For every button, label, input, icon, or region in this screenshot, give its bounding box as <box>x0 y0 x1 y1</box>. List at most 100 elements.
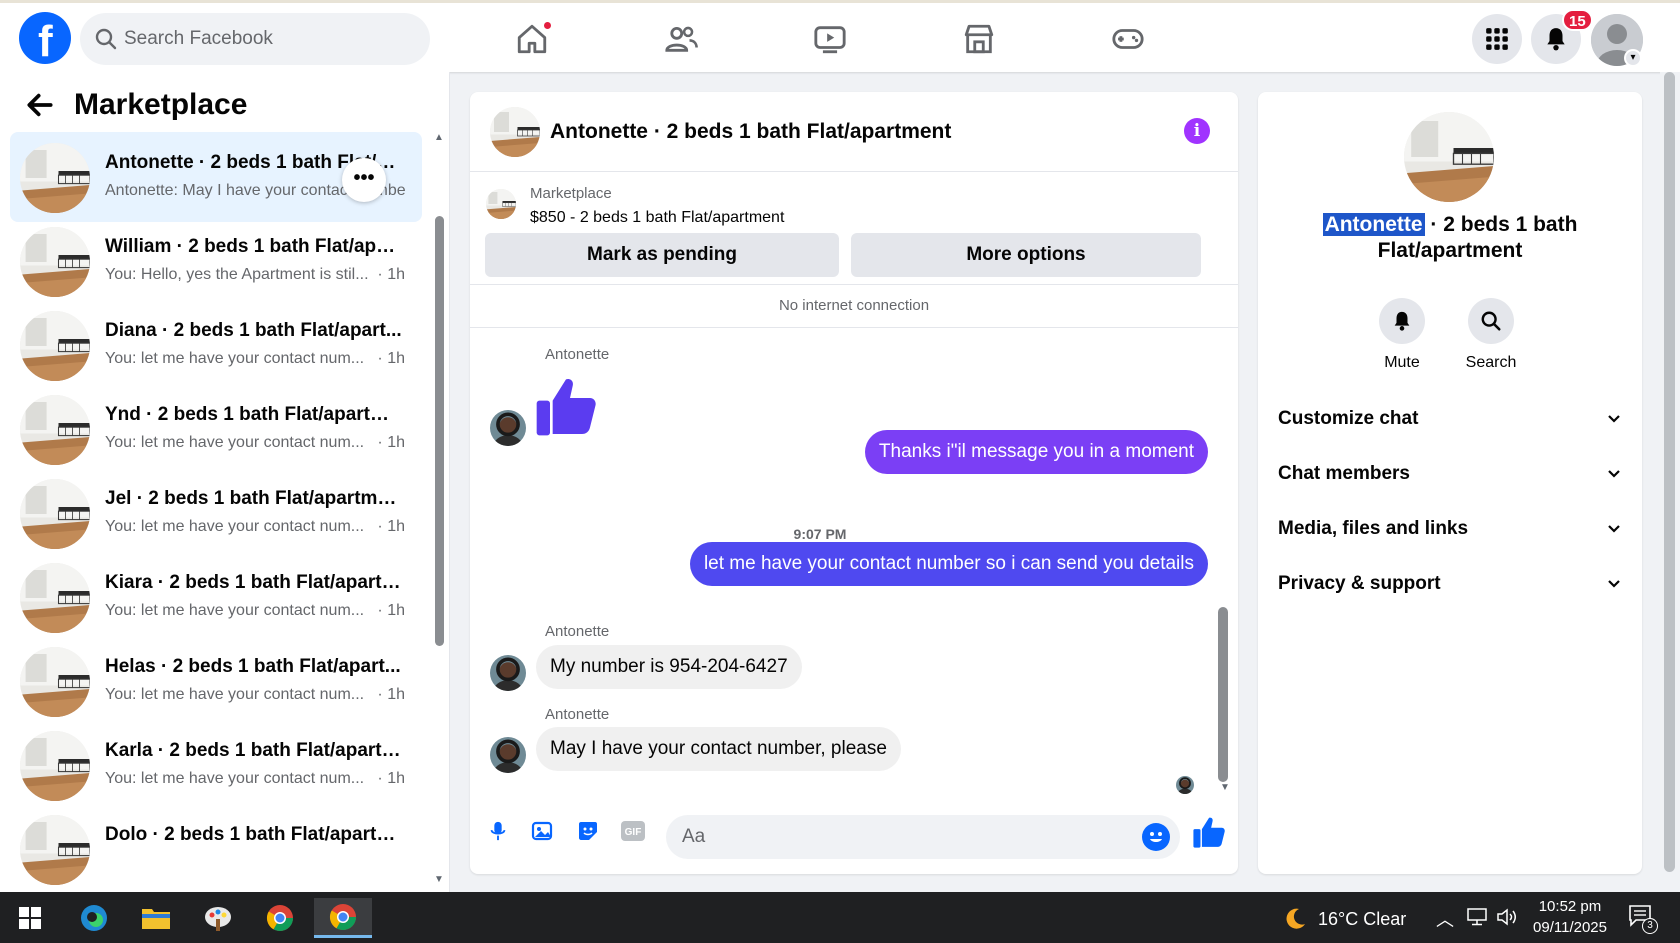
nav-home[interactable] <box>492 13 572 65</box>
listing-thumbnail <box>20 311 90 381</box>
conversation-more-button[interactable]: ••• <box>342 158 386 202</box>
listing-mini-thumbnail[interactable] <box>486 189 516 219</box>
sender-avatar[interactable] <box>490 655 526 691</box>
home-notification-dot <box>542 20 553 31</box>
conversation-name: Ynd · 2 beds 1 bath Flat/apartme... <box>105 404 405 425</box>
outgoing-message[interactable]: let me have your contact number so i can… <box>689 542 1208 586</box>
taskbar-file-explorer[interactable] <box>132 898 180 938</box>
nav-video[interactable] <box>790 13 870 65</box>
chevron-down-icon <box>1608 470 1620 478</box>
start-button[interactable] <box>6 898 54 938</box>
top-navigation-bar: f 15 ▾ <box>0 0 1680 72</box>
conversation-item[interactable]: William · 2 beds 1 bath Flat/apar... You… <box>10 216 422 306</box>
taskbar-chrome-active[interactable] <box>314 898 372 938</box>
image-icon <box>531 821 553 841</box>
chevron-down-icon <box>1608 525 1620 533</box>
sender-avatar[interactable] <box>490 410 526 446</box>
gif-button[interactable]: GIF <box>617 815 649 847</box>
customize-chat-section[interactable]: Customize chat <box>1278 399 1622 439</box>
listing-price[interactable]: $850 - 2 beds 1 bath Flat/apartment <box>530 209 784 227</box>
listing-thumbnail <box>20 563 90 633</box>
send-like-thumbs-up-icon[interactable] <box>1192 815 1226 849</box>
sticker-button[interactable] <box>572 815 604 847</box>
mic-icon <box>490 821 506 841</box>
sticker-icon <box>579 822 597 840</box>
left-header: Marketplace <box>24 88 247 122</box>
page-scrollbar-thumb[interactable] <box>1664 72 1675 872</box>
conversation-snippet: You: Hello, yes the Apartment is stil...… <box>105 266 405 284</box>
action-center-button[interactable]: 3 <box>1628 904 1658 934</box>
conversation-item[interactable]: Diana · 2 beds 1 bath Flat/apart... You:… <box>10 300 422 390</box>
mark-as-pending-button[interactable]: Mark as pending <box>485 233 839 277</box>
nav-marketplace[interactable] <box>939 13 1019 65</box>
emoji-icon[interactable] <box>1142 823 1170 851</box>
message-composer[interactable] <box>666 815 1180 859</box>
listing-thumbnail <box>20 227 90 297</box>
conversation-list-panel: Marketplace Antonette · 2 beds 1 bath Fl… <box>0 72 450 892</box>
message-input[interactable] <box>682 821 1122 853</box>
thumbs-up-icon <box>536 378 596 436</box>
page-scrollbar[interactable] <box>1660 72 1680 892</box>
mute-action[interactable]: Mute <box>1362 298 1442 372</box>
search-input[interactable] <box>124 21 414 57</box>
taskbar-chrome[interactable] <box>256 898 304 938</box>
tray-chevron-up-icon[interactable]: ︿ <box>1436 906 1454 932</box>
network-icon[interactable] <box>1466 908 1488 926</box>
outgoing-message[interactable]: Thanks i"il message you in a moment <box>864 430 1208 474</box>
incoming-message[interactable]: May I have your contact number, please <box>536 727 901 771</box>
conversation-snippet: You: let me have your contact num... · 1h <box>105 686 405 704</box>
bell-icon <box>1394 311 1410 331</box>
conversation-item[interactable]: Kiara · 2 beds 1 bath Flat/apartm... You… <box>10 552 422 642</box>
conversation-item[interactable]: Karla · 2 beds 1 bath Flat/apartm... You… <box>10 720 422 810</box>
scroll-up-arrow-icon[interactable]: ▲ <box>434 132 444 143</box>
sender-name: Antonette <box>545 706 610 723</box>
sender-avatar[interactable] <box>490 737 526 773</box>
taskbar-edge[interactable] <box>70 898 118 938</box>
privacy-support-section[interactable]: Privacy & support <box>1278 564 1622 604</box>
gif-icon: GIF <box>621 821 645 841</box>
conversation-item[interactable]: Helas · 2 beds 1 bath Flat/apart... You:… <box>10 636 422 726</box>
attach-image-button[interactable] <box>527 815 559 847</box>
media-files-links-section[interactable]: Media, files and links <box>1278 509 1622 549</box>
chat-listing-avatar[interactable] <box>490 107 540 157</box>
nav-friends[interactable] <box>641 13 721 65</box>
windows-icon <box>19 907 41 929</box>
taskbar-weather[interactable]: 16°C Clear <box>1282 906 1406 932</box>
more-options-button[interactable]: More options <box>851 233 1201 277</box>
scroll-down-arrow-icon[interactable]: ▼ <box>1220 782 1230 793</box>
menu-button[interactable] <box>1472 14 1522 64</box>
search-icon <box>1481 311 1501 331</box>
conversation-item[interactable]: Jel · 2 beds 1 bath Flat/apartment You: … <box>10 468 422 558</box>
volume-icon[interactable] <box>1496 907 1518 927</box>
taskbar-app-paint[interactable] <box>194 898 242 938</box>
chrome-icon <box>266 905 294 932</box>
chevron-down-icon <box>1608 415 1620 423</box>
conversation-list-scrollbar-thumb[interactable] <box>435 216 444 646</box>
listing-thumbnail <box>20 479 90 549</box>
sender-name: Antonette <box>545 623 610 640</box>
info-icon[interactable]: i <box>1184 118 1210 144</box>
conversation-item[interactable]: Ynd · 2 beds 1 bath Flat/apartme... You:… <box>10 384 422 474</box>
chat-scrollbar-thumb[interactable] <box>1218 607 1228 782</box>
chat-details-panel: Antonette · 2 beds 1 bath Flat/apartment… <box>1258 92 1642 874</box>
chat-title[interactable]: Antonette · 2 beds 1 bath Flat/apartment <box>550 120 951 144</box>
search-box[interactable] <box>80 13 430 65</box>
video-icon <box>814 26 846 54</box>
search-action[interactable]: Search <box>1451 298 1531 372</box>
account-chevron-down-icon[interactable]: ▾ <box>1624 49 1642 67</box>
chat-members-section[interactable]: Chat members <box>1278 454 1622 494</box>
voice-clip-button[interactable] <box>482 815 514 847</box>
moon-icon <box>1286 908 1305 929</box>
listing-large-avatar[interactable] <box>1404 112 1494 202</box>
scroll-down-arrow-icon[interactable]: ▼ <box>434 874 444 885</box>
listing-thumbnail <box>20 647 90 717</box>
search-label: Search <box>1465 354 1517 371</box>
conversation-item[interactable]: Dolo · 2 beds 1 bath Flat/apartm... <box>10 804 422 892</box>
conversation-snippet: You: let me have your contact num... · 1h <box>105 518 405 536</box>
back-arrow-icon[interactable] <box>24 89 56 121</box>
conversation-list-scrollbar[interactable]: ▲ ▼ <box>432 132 446 892</box>
nav-gaming[interactable] <box>1088 13 1168 65</box>
taskbar-clock[interactable]: 10:52 pm 09/11/2025 <box>1520 896 1620 938</box>
incoming-message[interactable]: My number is 954-204-6427 <box>536 645 802 689</box>
facebook-logo-icon[interactable]: f <box>19 12 71 66</box>
